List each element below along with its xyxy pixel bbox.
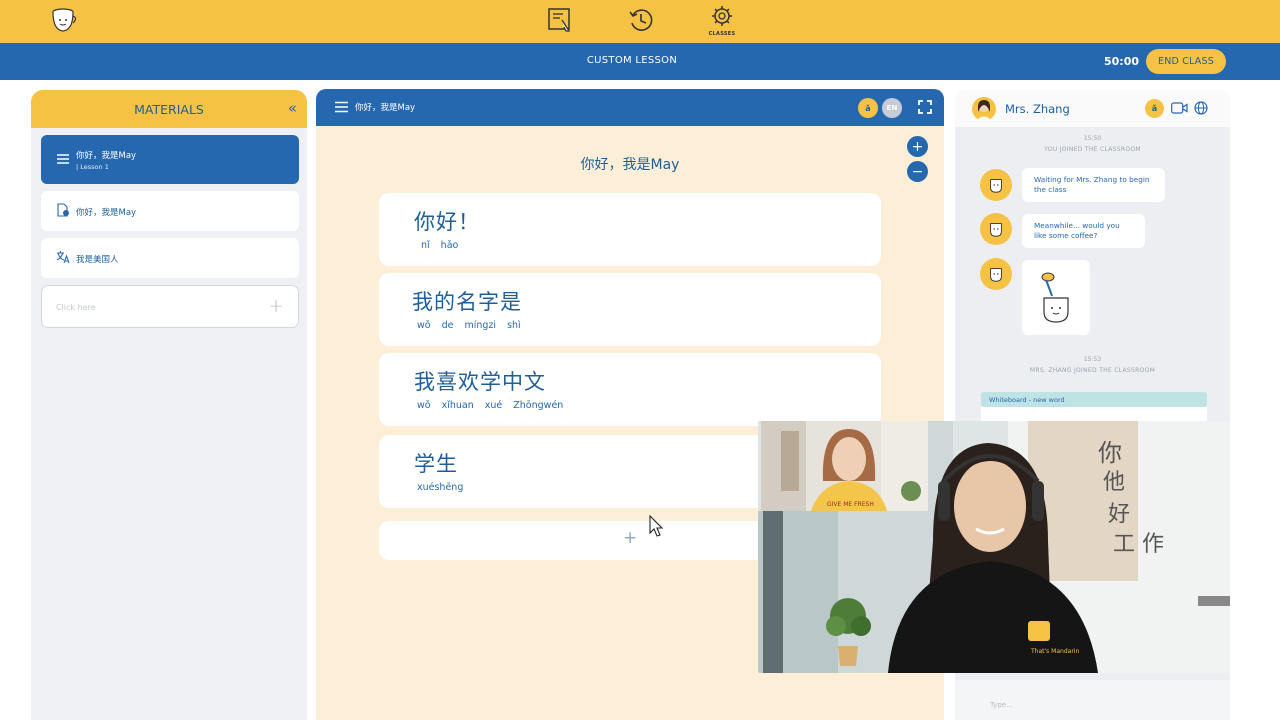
plus-icon[interactable]: + [268,295,284,317]
bot-avatar [980,169,1012,201]
chat-system-message: YOU JOINED THE CLASSROOM [1044,146,1141,153]
whiteboard-pointer-icon[interactable] [547,6,575,34]
lesson-content-title: 你好，我是May [580,157,680,173]
menu-icon[interactable] [335,101,348,113]
vocab-pinyin: wǒ xǐhuan xué Zhōngwén [417,400,564,411]
teacher-avatar [972,97,996,121]
vocab-hanzi: 我的名字是 [412,290,522,314]
materials-panel: MATERIALS « 你好，我是May | Lesson 1 你好，我是May… [31,90,307,720]
plus-icon: + [623,528,638,548]
chat-system-message: MRS. ZHANG JOINED THE CLASSROOM [1029,367,1156,374]
vocab-pinyin: nǐ hǎo [421,240,459,251]
classes-gear-icon[interactable] [708,4,736,32]
double-chevron-left-icon[interactable]: « [288,99,297,117]
teacher-name: Mrs. Zhang [1005,102,1070,116]
top-nav-bar: CLASSES [0,0,1280,43]
vocab-hanzi: 你好！ [414,210,480,234]
material-item-subtitle: | Lesson 1 [76,163,109,171]
english-toggle-button[interactable]: EN [882,98,902,118]
material-item-title: 你好，我是May [76,208,137,218]
chat-input[interactable]: Type... [990,701,1013,709]
vocab-hanzi: 我喜欢学中文 [414,370,546,394]
add-material-field[interactable]: Click here + [41,285,299,328]
vocab-pinyin: wǒ de míngzi shì [417,320,521,331]
chat-input-bar [955,680,1230,720]
whiteboard-notification[interactable]: Whiteboard - new word [981,392,1207,407]
chat-timestamp: 15:50 [1083,135,1102,142]
document-settings-icon [57,203,69,217]
vocab-pinyin: xuéshēng [417,482,464,493]
history-clock-icon[interactable] [627,6,655,34]
lesson-header-title: 你好，我是May [355,103,416,113]
vocab-card[interactable]: 我的名字是 wǒ de míngzi shì [379,273,881,346]
materials-title: MATERIALS [134,101,204,117]
material-item-title: 我是美国人 [76,255,119,265]
whiteboard-char: 工 作 [1113,532,1164,557]
chat-message: Meanwhile... would you like some coffee? [1022,214,1145,248]
whiteboard-char: 他 [1103,470,1125,495]
fullscreen-icon[interactable] [918,100,932,114]
material-item-title: 你好，我是May [76,151,137,161]
zoom-in-button[interactable]: + [907,136,928,157]
chat-timestamp: 15:53 [1083,356,1102,363]
pinyin-toggle-button[interactable]: ǎ [1145,99,1164,118]
shirt-text: GIVE ME FRESH [827,501,874,508]
coffee-sticker [1022,260,1090,335]
student-video: GIVE ME FRESH [761,421,928,511]
vocab-card[interactable]: 我喜欢学中文 wǒ xǐhuan xué Zhōngwén [379,353,881,426]
lesson-header: 你好，我是May ǎ EN [316,89,944,126]
material-item-lesson1[interactable]: 你好，我是May | Lesson 1 [41,135,299,184]
nav-classes-label: CLASSES [708,31,736,37]
pinyin-toggle-button[interactable]: ǎ [858,98,878,118]
lesson-title: CUSTOM LESSON [586,55,678,66]
whiteboard-char: 你 [1098,439,1122,467]
shirt-brand-text: That's Mandarin [1030,648,1079,655]
coffee-pour-icon [1041,272,1069,323]
class-timer: 50:00 [1104,55,1140,68]
coffee-cup-logo-icon[interactable] [50,6,78,34]
translate-icon [56,251,70,264]
bot-avatar [980,258,1012,290]
chat-message: Waiting for Mrs. Zhang to begin the clas… [1022,168,1165,202]
end-class-button[interactable]: END CLASS [1146,49,1226,74]
materials-header: MATERIALS « [31,90,307,128]
video-camera-icon[interactable] [1171,102,1188,114]
vocab-card[interactable]: 你好！ nǐ hǎo [379,193,881,266]
material-item-translate[interactable]: 我是美国人 [41,238,299,278]
menu-icon [57,154,69,164]
mouse-cursor-icon [649,515,664,537]
zoom-out-button[interactable]: − [907,161,928,182]
chat-header: Mrs. Zhang ǎ [955,90,1230,127]
globe-icon[interactable] [1194,101,1208,115]
whiteboard-char: 好 [1108,502,1130,527]
bot-avatar [980,213,1012,245]
vocab-hanzi: 学生 [414,452,458,476]
material-item-document[interactable]: 你好，我是May [41,191,299,231]
add-material-placeholder: Click here [56,303,96,312]
